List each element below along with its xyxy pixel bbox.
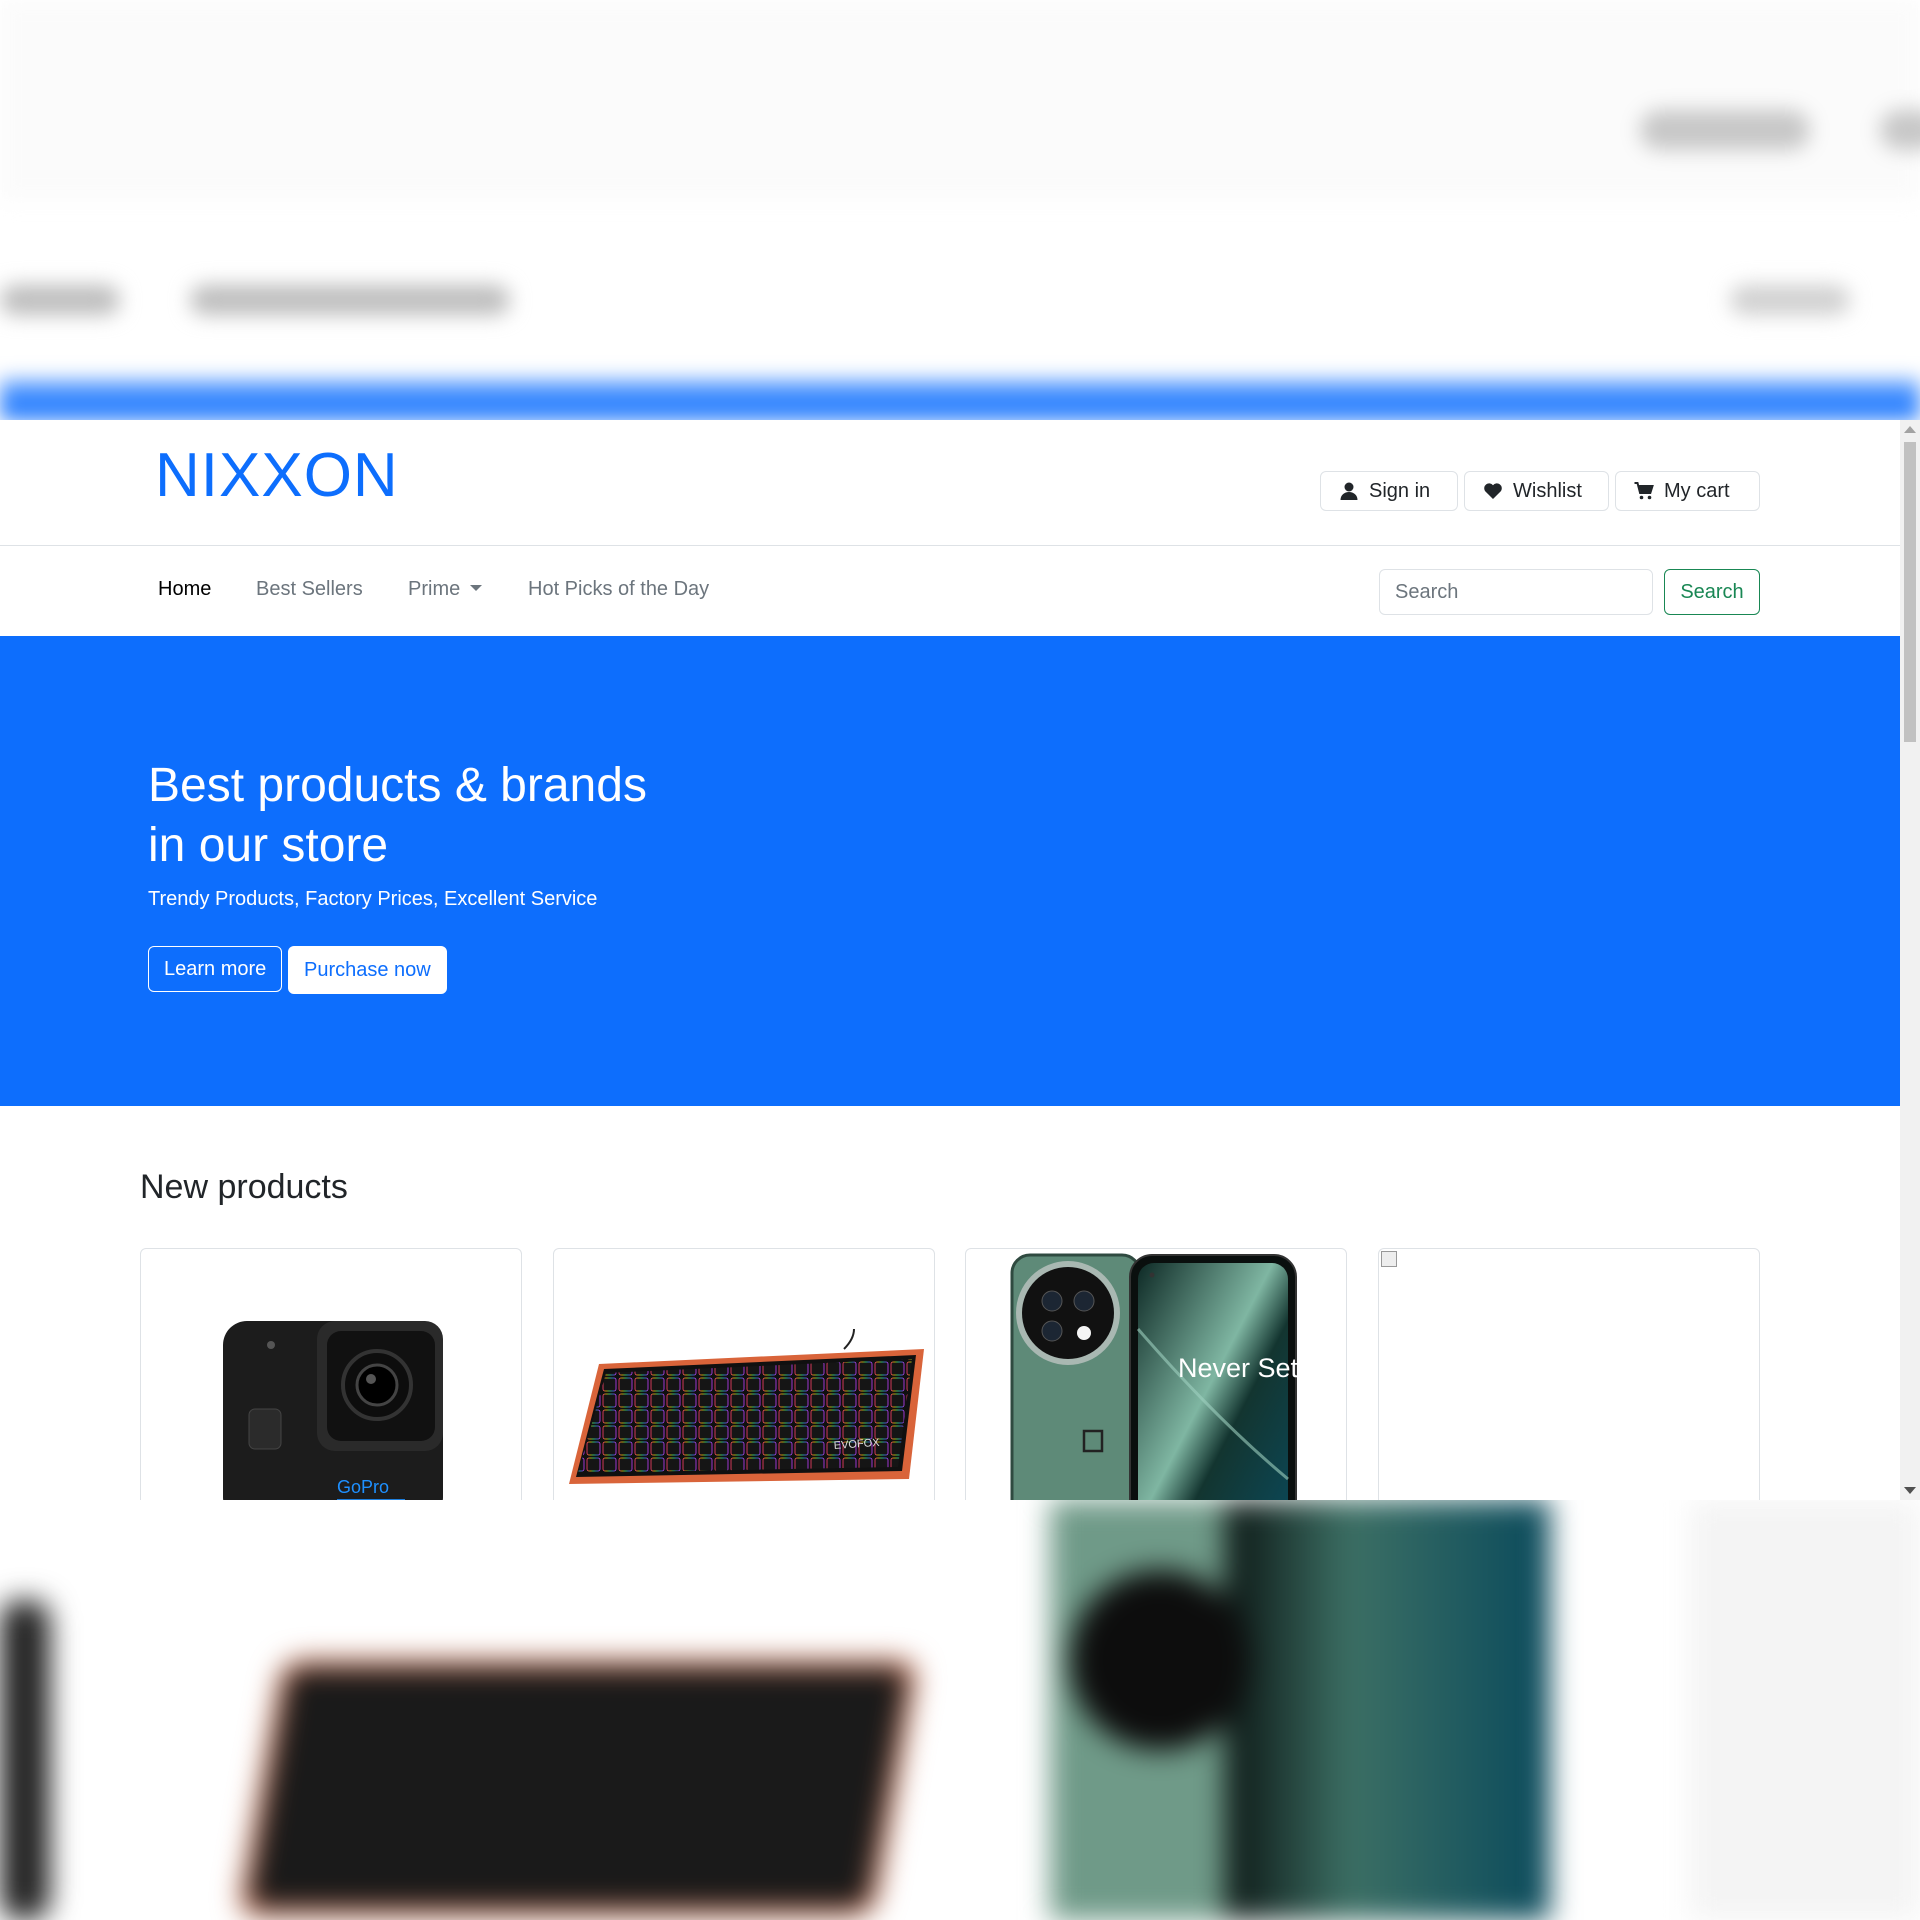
never-settle-text: Never Settle — [1178, 1353, 1327, 1383]
top-header: NIXXON Sign in Wishlist My cart — [0, 420, 1900, 546]
my-cart-label: My cart — [1664, 479, 1730, 502]
sign-in-button[interactable]: Sign in — [1320, 471, 1458, 511]
action-camera-image[interactable]: GoPro — [141, 1249, 522, 1500]
vertical-scrollbar[interactable] — [1900, 420, 1920, 1500]
hero-subtitle: Trendy Products, Factory Prices, Excelle… — [148, 888, 598, 910]
blurred-background-top — [0, 0, 1920, 420]
browser-viewport: NIXXON Sign in Wishlist My cart Home Bes… — [0, 420, 1920, 1500]
gopro-text: GoPro — [337, 1477, 389, 1497]
my-cart-button[interactable]: My cart — [1615, 471, 1760, 511]
product-card[interactable]: Never Settle — [965, 1248, 1347, 1500]
scrollbar-thumb[interactable] — [1904, 442, 1916, 742]
rgb-keyboard-image[interactable]: EVOFOX — [554, 1249, 935, 1500]
cart-icon — [1634, 482, 1654, 500]
new-products-heading: New products — [140, 1168, 348, 1206]
hero-title: Best products & brands in our store — [148, 759, 647, 872]
scroll-down-icon[interactable] — [1904, 1487, 1916, 1494]
hero-banner: Best products & brands in our store Tren… — [0, 636, 1900, 1106]
nav-home[interactable]: Home — [158, 578, 211, 601]
nav-best-sellers[interactable]: Best Sellers — [256, 578, 363, 601]
product-card[interactable] — [1378, 1248, 1760, 1500]
product-card[interactable]: EVOFOX — [553, 1248, 935, 1500]
user-icon — [1340, 482, 1358, 500]
sign-in-label: Sign in — [1369, 479, 1431, 502]
nav-prime-dropdown[interactable]: Prime — [408, 578, 483, 601]
brand-logo[interactable]: NIXXON — [155, 440, 399, 511]
purchase-now-button[interactable]: Purchase now — [288, 946, 447, 994]
heart-icon — [1484, 483, 1502, 499]
nav-prime-label: Prime — [408, 578, 461, 600]
blurred-background-bottom — [0, 1500, 1920, 1920]
nav-hot-picks[interactable]: Hot Picks of the Day — [528, 578, 709, 601]
store-page: NIXXON Sign in Wishlist My cart Home Bes… — [0, 420, 1900, 1500]
broken-image-icon — [1381, 1251, 1397, 1267]
smartphone-image[interactable]: Never Settle — [966, 1249, 1347, 1500]
search-input[interactable] — [1379, 569, 1653, 615]
main-navigation: Home Best Sellers Prime Hot Picks of the… — [0, 546, 1900, 636]
wishlist-label: Wishlist — [1513, 479, 1582, 502]
learn-more-button[interactable]: Learn more — [148, 946, 283, 992]
product-card[interactable]: GoPro — [140, 1248, 522, 1500]
wishlist-button[interactable]: Wishlist — [1464, 471, 1609, 511]
chevron-down-icon — [470, 584, 483, 591]
scroll-up-icon[interactable] — [1904, 426, 1916, 433]
search-button[interactable]: Search — [1664, 569, 1760, 615]
